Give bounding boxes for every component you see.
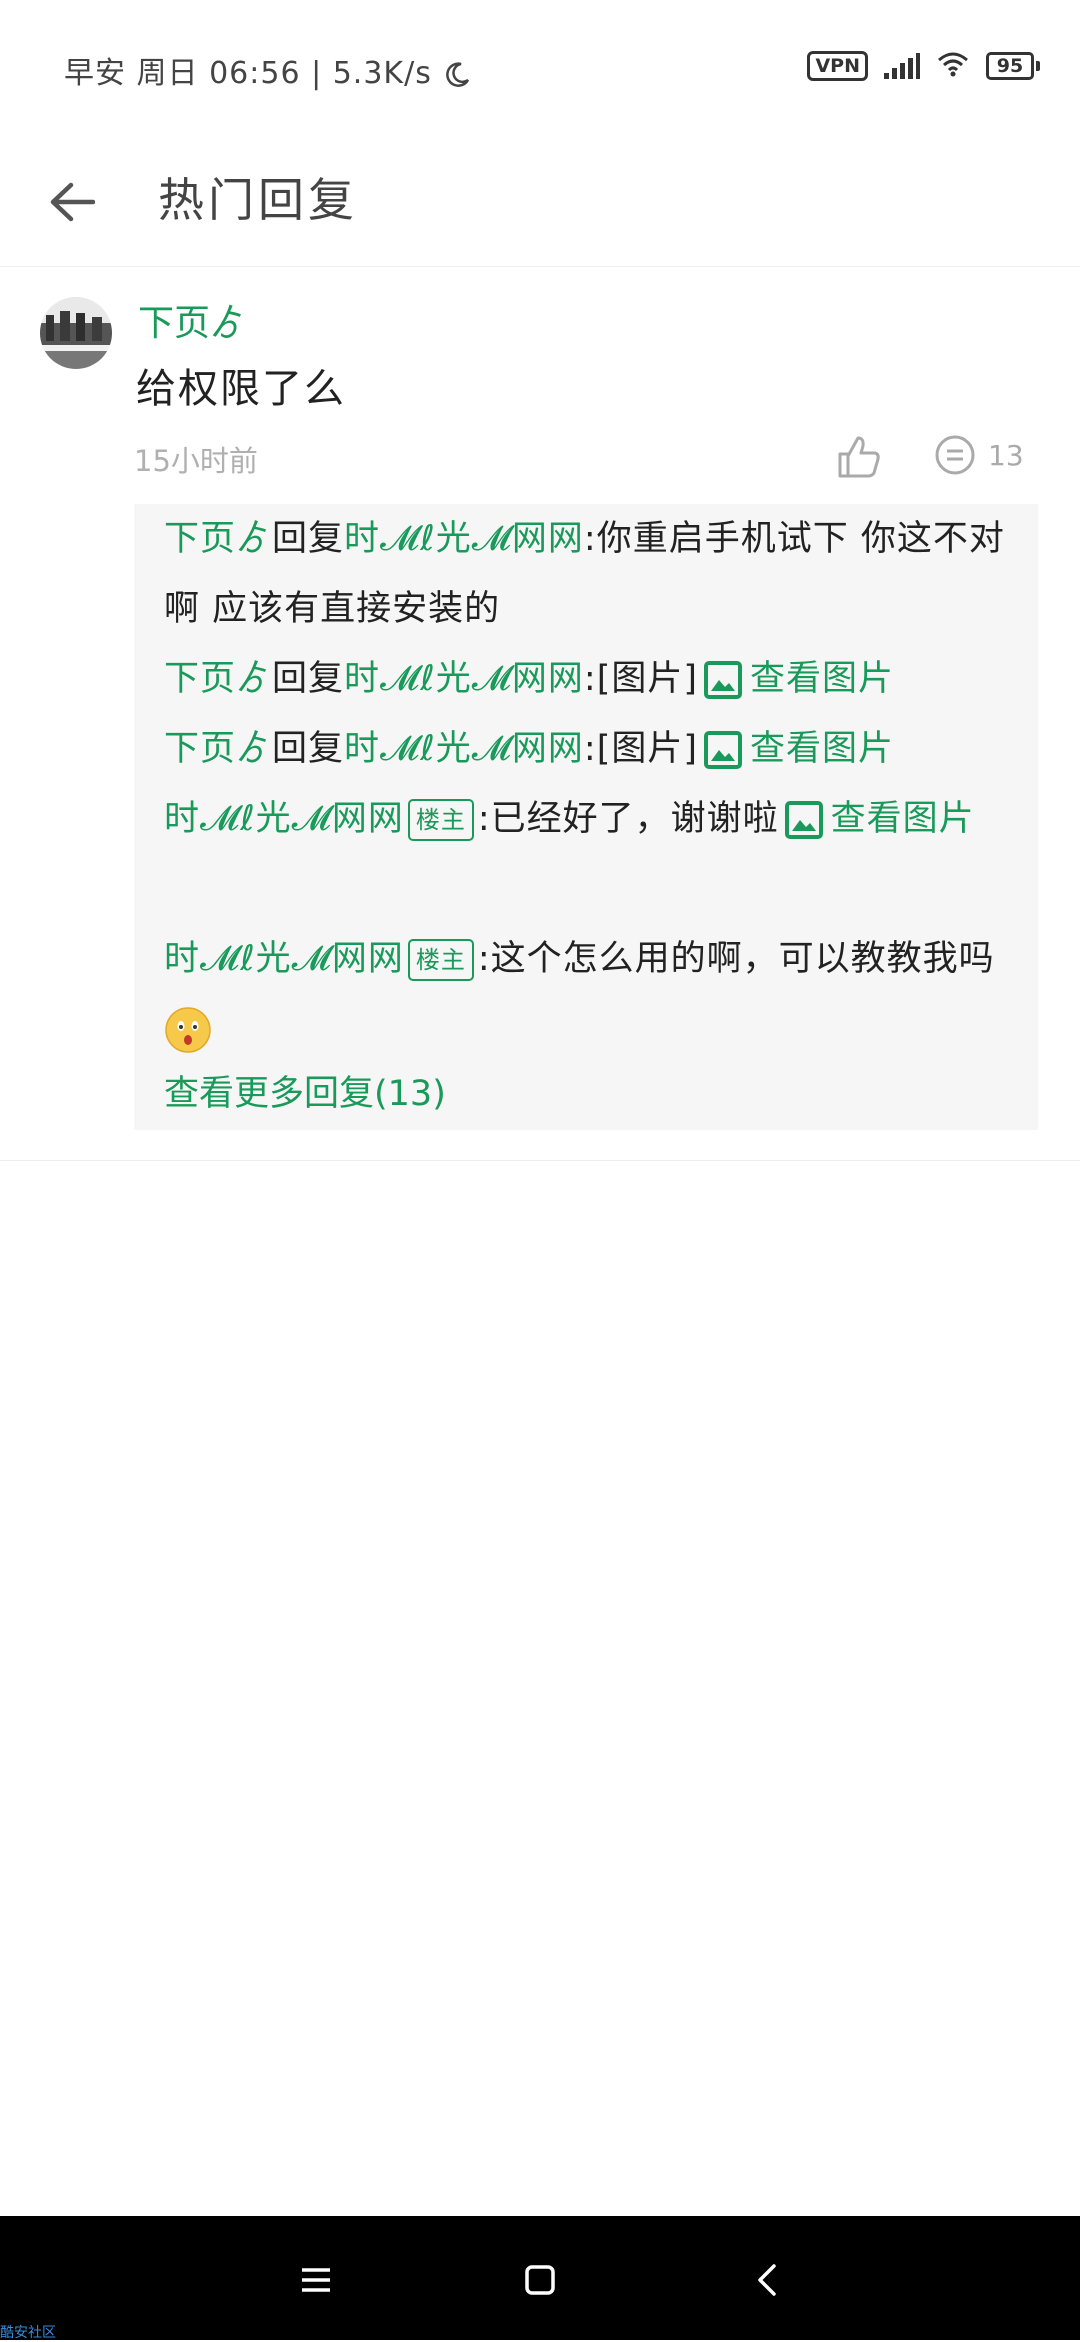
view-image-link[interactable]: 查看图片	[750, 659, 894, 699]
reply-content: [图片]	[596, 659, 698, 699]
comment-text: 给权限了么	[136, 366, 346, 412]
status-left: 早安 周日 06:56 | 5.3K/s	[64, 48, 472, 92]
image-icon	[704, 731, 742, 769]
reply-content: 这个怎么用的啊，可以教教我吗	[490, 939, 995, 979]
image-icon	[704, 661, 742, 699]
reply-from[interactable]: 时𝓜ℓ光𝓜网网	[164, 799, 404, 839]
reply-count: 13	[988, 438, 1024, 472]
status-text: 早安 周日 06:56 | 5.3K/s	[64, 56, 432, 91]
reply-content: 已经好了，谢谢啦	[490, 799, 779, 839]
reply-verb: 回复	[272, 659, 345, 699]
reply-colon: :	[477, 799, 491, 839]
reply-from[interactable]: 下页ゟ	[164, 729, 272, 769]
menu-icon[interactable]	[292, 2256, 340, 2304]
wifi-icon	[936, 50, 970, 82]
page-title: 热门回复	[158, 173, 358, 227]
status-right: VPN 95	[807, 50, 1040, 82]
comment-card: 下页ゟ 给权限了么 15小时前 13 下页ゟ回复时𝓜ℓ光𝓜网网:你重启手机试下 …	[0, 268, 1080, 1161]
view-image-link[interactable]: 查看图片	[831, 799, 975, 839]
reply-from[interactable]: 时𝓜ℓ光𝓜网网	[164, 939, 404, 979]
reply-item[interactable]: 时𝓜ℓ光𝓜网网 楼主:已经好了，谢谢啦 查看图片	[164, 784, 1024, 854]
comment-author[interactable]: 下页ゟ	[138, 294, 246, 346]
reply-to[interactable]: 时𝓜ℓ光𝓜网网	[344, 659, 584, 699]
reply-to[interactable]: 时𝓜ℓ光𝓜网网	[344, 729, 584, 769]
header: 热门回复	[0, 130, 1080, 267]
reply-content: [图片]	[596, 729, 698, 769]
reply-from[interactable]: 下页ゟ	[164, 519, 272, 559]
reply-colon: :	[583, 659, 597, 699]
reply-item[interactable]: 时𝓜ℓ光𝓜网网 楼主:这个怎么用的啊，可以教教我吗	[164, 924, 1024, 1064]
back-arrow-icon	[50, 182, 95, 222]
replies-panel: 下页ゟ回复时𝓜ℓ光𝓜网网:你重启手机试下 你这不对啊 应该有直接安装的 下页ゟ回…	[134, 504, 1038, 1130]
reply-to[interactable]: 时𝓜ℓ光𝓜网网	[344, 519, 584, 559]
comment-icon	[935, 435, 975, 475]
reply-item[interactable]: 下页ゟ回复时𝓜ℓ光𝓜网网:[图片] 查看图片	[164, 644, 1024, 714]
reply-verb: 回复	[272, 519, 345, 559]
reply-colon: :	[583, 519, 597, 559]
more-replies-link[interactable]: 查看更多回复(13)	[164, 1064, 446, 1124]
vpn-badge: VPN	[807, 51, 868, 81]
reply-item[interactable]: 下页ゟ回复时𝓜ℓ光𝓜网网:你重启手机试下 你这不对啊 应该有直接安装的	[164, 504, 1024, 644]
watermark: 酷安社区	[0, 2325, 56, 2341]
navigation-bar	[0, 2216, 1080, 2340]
home-icon[interactable]	[516, 2256, 564, 2304]
thumbs-up-icon	[838, 436, 880, 478]
reply-count-button[interactable]: 13	[934, 434, 1024, 476]
avatar[interactable]	[40, 297, 112, 369]
battery-icon: 95	[986, 52, 1040, 80]
owner-badge: 楼主	[407, 939, 474, 981]
owner-badge: 楼主	[407, 799, 474, 841]
like-button[interactable]	[834, 432, 884, 482]
reply-verb: 回复	[272, 729, 345, 769]
emoji-icon	[165, 1007, 211, 1053]
battery-level: 95	[986, 52, 1034, 80]
reply-item[interactable]: 下页ゟ回复时𝓜ℓ光𝓜网网:[图片] 查看图片	[164, 714, 1024, 784]
signal-icon	[884, 53, 920, 79]
reply-colon: :	[583, 729, 597, 769]
image-icon	[784, 801, 823, 839]
status-bar: 早安 周日 06:56 | 5.3K/s VPN 95	[0, 0, 1080, 130]
reply-from[interactable]: 下页ゟ	[164, 659, 272, 699]
moon-icon	[442, 56, 472, 91]
view-image-link[interactable]: 查看图片	[750, 729, 894, 769]
back-button[interactable]	[40, 170, 104, 234]
comment-time: 15小时前	[134, 444, 258, 478]
reply-colon: :	[477, 939, 491, 979]
nav-back-icon[interactable]	[744, 2256, 792, 2304]
